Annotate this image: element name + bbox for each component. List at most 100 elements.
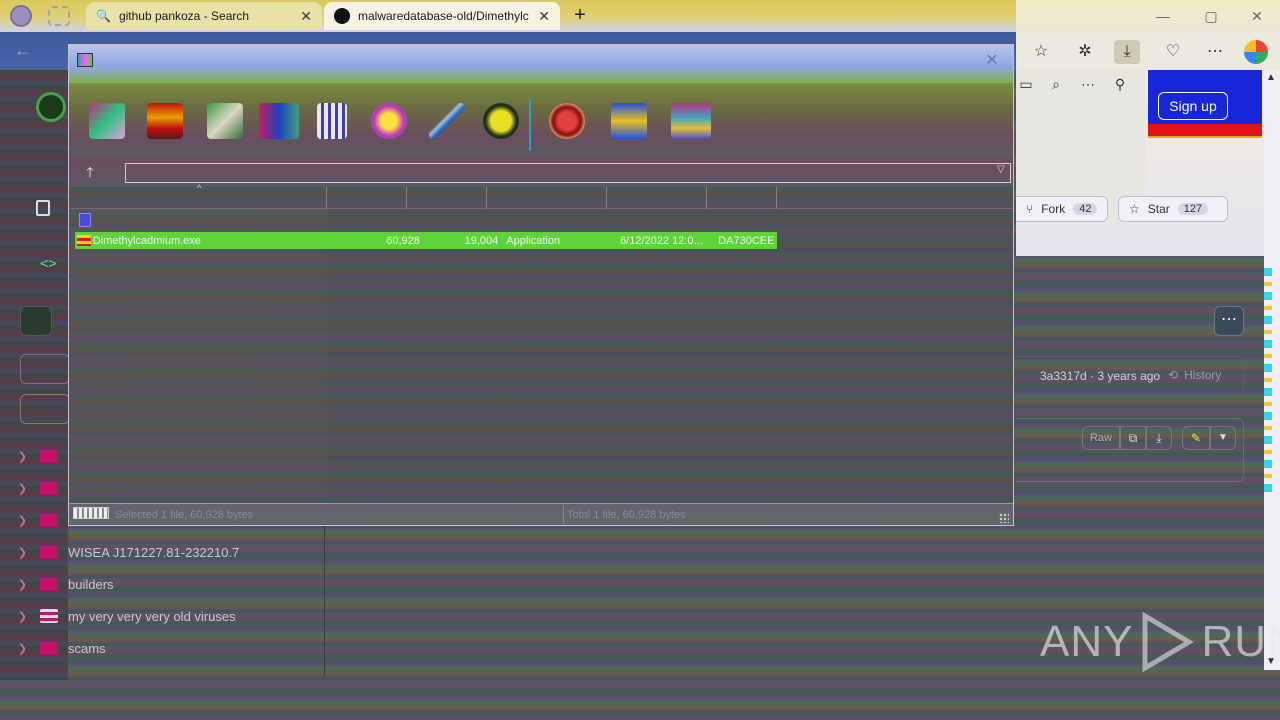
scroll-up-icon[interactable]: ▲ <box>1266 72 1276 83</box>
watermark-right: RUN <box>1201 617 1280 666</box>
pin-icon[interactable]: ⚲ <box>1110 74 1130 94</box>
more-icon[interactable]: ⋯ <box>1202 40 1228 64</box>
folder-icon <box>40 641 58 655</box>
extract-icon[interactable] <box>147 103 183 139</box>
watermark-left: ANY <box>1040 617 1134 666</box>
toolbar-separator <box>529 99 531 151</box>
tree-item-label: builders <box>68 576 114 592</box>
branch-selector-button[interactable] <box>20 354 70 384</box>
history-icon: ⟲ <box>1168 368 1179 382</box>
sidebar-toggle-button[interactable] <box>20 306 52 336</box>
star-button[interactable]: ☆ Star 127 <box>1118 196 1228 222</box>
chevron-right-icon: ❯ <box>18 482 28 495</box>
path-input[interactable] <box>125 163 1011 183</box>
tab-github-search[interactable]: 🔍 github pankoza - Search ✕ <box>86 2 322 30</box>
file-search-button[interactable] <box>20 394 70 424</box>
chevron-down-icon[interactable]: ▼ <box>1210 426 1236 450</box>
sfx-icon[interactable] <box>671 103 711 139</box>
close-window-button[interactable]: ✕ <box>1242 6 1272 26</box>
copilot-icon[interactable]: ♡ <box>1160 40 1186 64</box>
delete-icon[interactable] <box>317 103 347 139</box>
sign-up-button[interactable]: Sign up <box>1158 92 1228 120</box>
add-icon[interactable] <box>89 103 125 139</box>
column-type[interactable] <box>487 187 607 209</box>
view-icon[interactable] <box>259 103 299 139</box>
raw-button[interactable]: Raw <box>1082 426 1120 450</box>
new-tab-button[interactable]: + <box>568 4 592 28</box>
commit-info[interactable]: 3a3317d · 3 years ago <box>1040 369 1160 383</box>
tree-item-label: scams <box>68 640 106 656</box>
maximize-button[interactable]: ▢ <box>1196 6 1226 26</box>
close-icon[interactable]: ✕ <box>538 8 550 25</box>
search-icon: 🔍 <box>96 9 111 23</box>
minimize-button[interactable]: — <box>1148 6 1178 26</box>
column-packed[interactable] <box>407 187 487 209</box>
fork-count: 42 <box>1073 203 1098 215</box>
folder-icon[interactable]: ▭ <box>1016 74 1036 94</box>
window-titlebar[interactable] <box>69 45 1013 83</box>
chevron-right-icon: ❯ <box>18 578 28 591</box>
play-icon <box>1139 611 1195 673</box>
extensions-icon[interactable]: ✲ <box>1072 40 1098 64</box>
close-icon[interactable]: ✕ <box>300 8 312 25</box>
find-icon[interactable] <box>371 103 407 139</box>
more-icon[interactable]: ⋯ <box>1078 74 1098 94</box>
wizard-icon[interactable] <box>429 103 465 139</box>
file-size: 60,928 <box>386 234 420 247</box>
fork-label: Fork <box>1041 202 1066 216</box>
github-icon <box>334 8 350 24</box>
test-icon[interactable] <box>207 103 243 139</box>
info-icon[interactable] <box>483 103 519 139</box>
tree-item-label: WISEA J171227.81-232210.7 <box>68 544 240 560</box>
tab-malwaredatabase[interactable]: malwaredatabase-old/Dimethylc ✕ <box>324 2 560 30</box>
downloads-icon[interactable]: ⤓ <box>1114 40 1140 64</box>
file-crc: DA730CEE <box>718 234 775 247</box>
chevron-right-icon: ❯ <box>18 514 28 527</box>
tab-title: github pankoza - Search <box>118 9 250 23</box>
chevron-right-icon: ❯ <box>18 546 28 559</box>
edit-pencil-icon[interactable]: ✎ <box>1182 426 1210 450</box>
anyrun-watermark: ANY RUN <box>1040 611 1280 673</box>
fork-button[interactable]: ⑂ Fork 42 <box>1016 196 1108 222</box>
archive-file-icon <box>77 235 91 246</box>
fork-icon: ⑂ <box>1026 202 1034 216</box>
tree-item-label: my very very very old viruses <box>68 608 236 624</box>
copy-icon[interactable]: ⧉ <box>1120 426 1146 450</box>
more-options-button[interactable]: ⋯ <box>1214 306 1244 336</box>
resize-grip[interactable] <box>999 513 1009 523</box>
drive-icon[interactable] <box>73 507 109 519</box>
tree-item[interactable]: ❯ my very very very old viruses <box>18 600 318 632</box>
code-icon[interactable]: <> <box>40 256 57 272</box>
download-icon[interactable]: ⤓ <box>1146 426 1172 450</box>
status-total: Total 1 file, 60,928 bytes <box>567 509 686 521</box>
browser-toolbar <box>1016 32 1280 70</box>
folder-icon <box>40 449 58 463</box>
star-label: Star <box>1147 202 1170 216</box>
tree-item[interactable]: ❯ WISEA J171227.81-232210.7 <box>18 536 318 568</box>
search-icon[interactable]: ⌕ <box>1046 74 1066 94</box>
folder-icon <box>40 513 58 527</box>
close-icon[interactable]: ✕ <box>981 51 1003 71</box>
tree-item[interactable]: ❯ scams <box>18 632 318 664</box>
chevron-right-icon: ❯ <box>18 610 28 623</box>
up-arrow-icon[interactable]: 🡑 <box>81 163 99 181</box>
back-arrow-icon[interactable]: ← <box>14 40 32 61</box>
repo-icon <box>36 200 50 216</box>
chevron-down-icon[interactable]: ▽ <box>997 164 1005 175</box>
file-row-selected[interactable]: Dimethylcadmium.exe 60,928 19,004 Applic… <box>75 232 777 249</box>
favorites-icon[interactable]: ☆ <box>1028 40 1054 64</box>
parent-folder-icon[interactable] <box>79 213 91 227</box>
tree-item[interactable]: ❯ builders <box>18 568 318 600</box>
star-count: 127 <box>1177 203 1209 215</box>
column-name[interactable] <box>69 187 327 209</box>
virusscan-icon[interactable] <box>549 103 585 139</box>
edge-icon[interactable] <box>1244 40 1268 64</box>
comment-icon[interactable] <box>611 103 647 139</box>
github-logo-icon[interactable] <box>36 92 66 122</box>
column-size[interactable] <box>327 187 407 209</box>
profile-avatar[interactable] <box>10 5 32 27</box>
history-link[interactable]: ⟲ History <box>1168 368 1221 382</box>
column-modified[interactable] <box>607 187 707 209</box>
column-crc[interactable] <box>707 187 777 209</box>
tab-actions-icon[interactable] <box>48 6 70 26</box>
